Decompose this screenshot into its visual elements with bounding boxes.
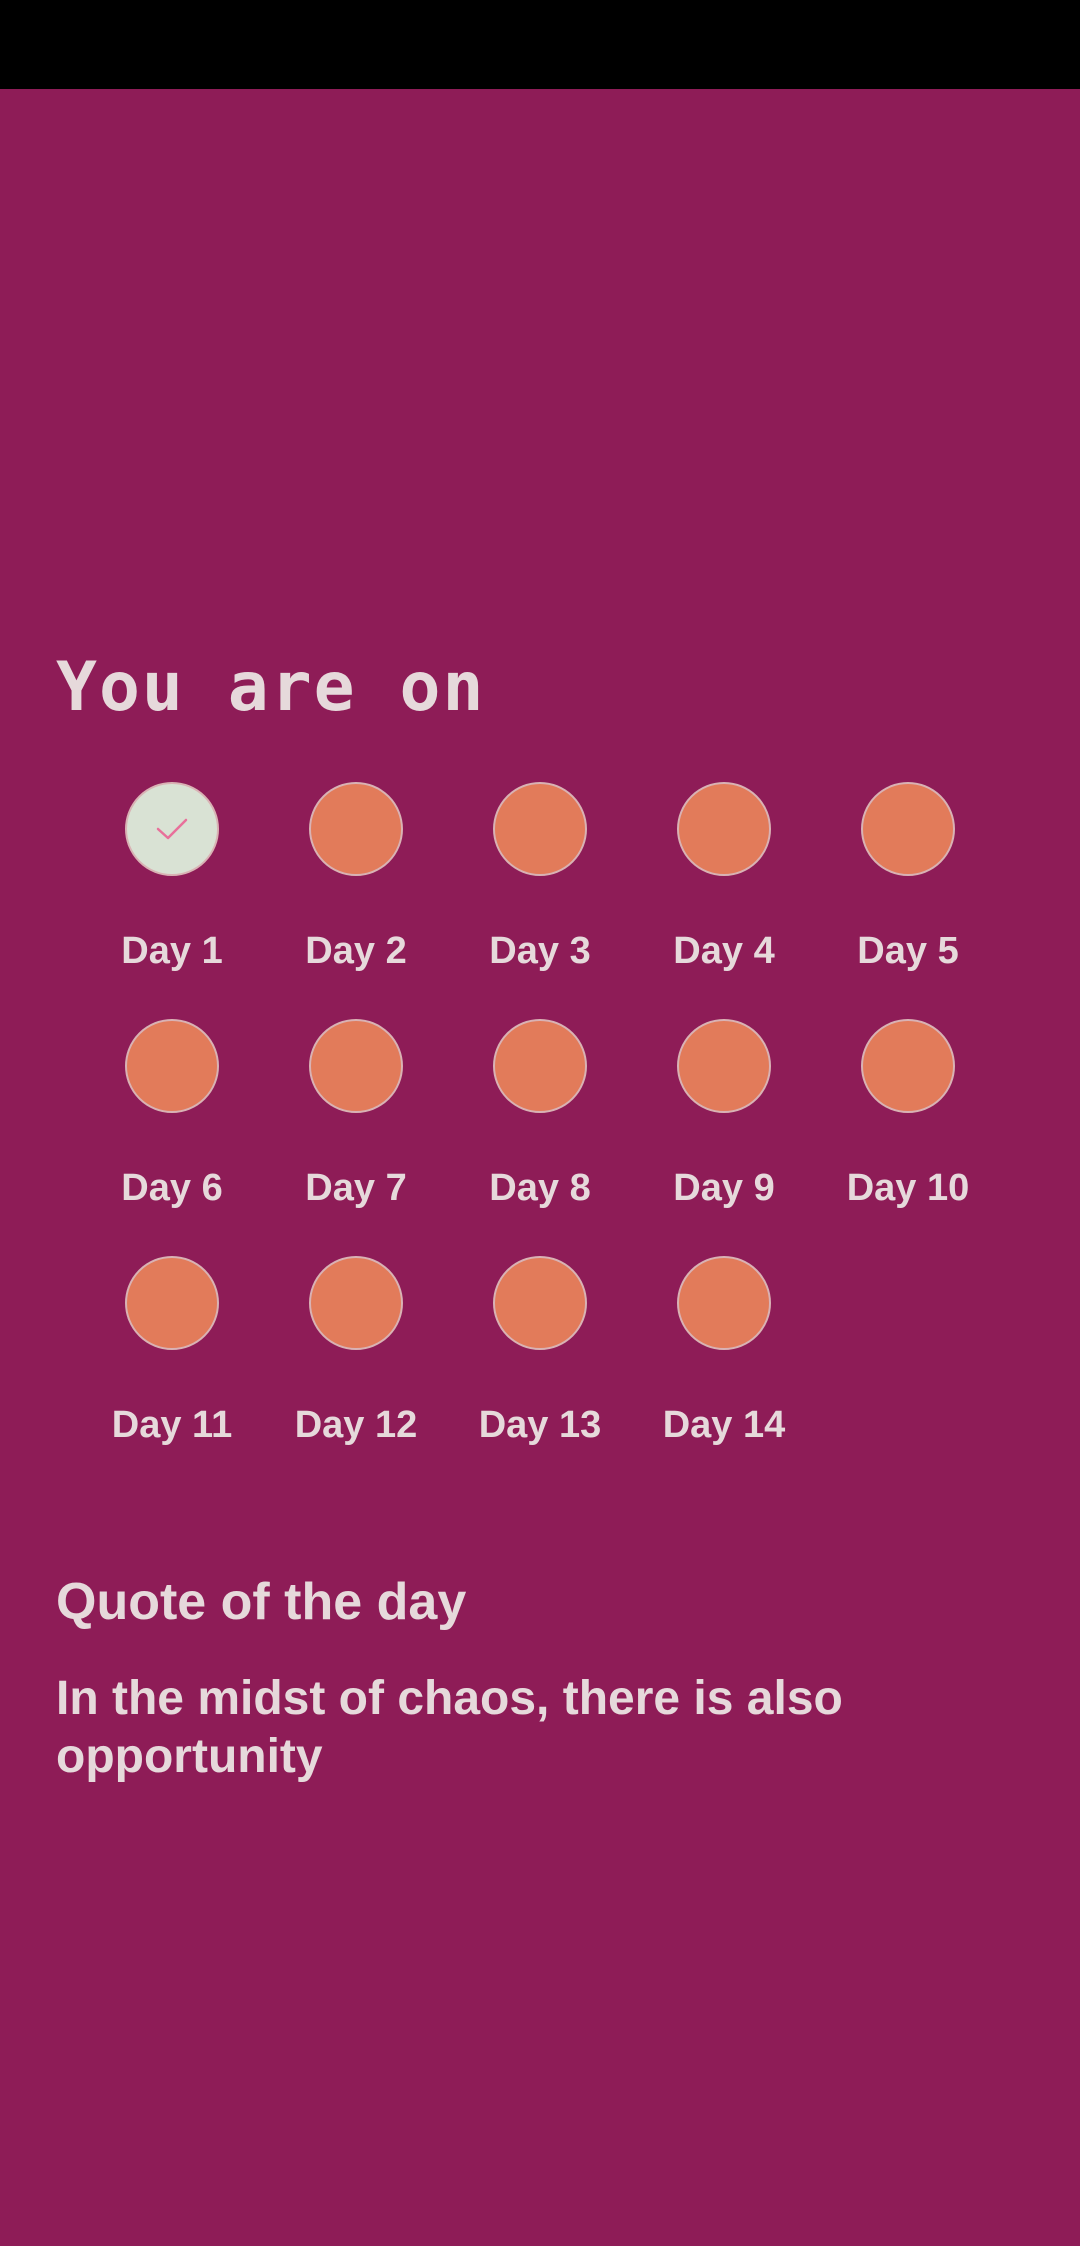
quote-text: In the midst of chaos, there is also opp…	[56, 1672, 843, 1783]
day-circle[interactable]	[309, 782, 403, 876]
day-item-11[interactable]: Day 11	[80, 1256, 264, 1456]
day-label: Day 10	[846, 1167, 970, 1209]
day-item-3[interactable]: Day 3	[448, 782, 632, 982]
day-label: Day 13	[478, 1404, 602, 1446]
day-item-13[interactable]: Day 13	[448, 1256, 632, 1456]
day-item-10[interactable]: Day 10	[816, 1019, 1000, 1219]
day-circle-completed[interactable]	[125, 782, 219, 876]
day-label: Day 4	[673, 930, 775, 972]
day-item-9[interactable]: Day 9	[632, 1019, 816, 1219]
quote-title: Quote of the day	[56, 1573, 467, 1631]
day-label: Day 3	[489, 930, 591, 972]
day-circle[interactable]	[861, 1019, 955, 1113]
status-bar	[0, 0, 1080, 89]
day-circle[interactable]	[493, 1019, 587, 1113]
check-icon	[156, 818, 188, 840]
day-label: Day 7	[305, 1167, 407, 1209]
day-label: Day 5	[857, 930, 959, 972]
day-label: Day 1	[121, 930, 223, 972]
day-label: Day 11	[111, 1404, 233, 1446]
day-item-1[interactable]: Day 1	[80, 782, 264, 982]
day-item-5[interactable]: Day 5	[816, 782, 1000, 982]
day-label: Day 8	[489, 1167, 591, 1209]
day-circle[interactable]	[309, 1256, 403, 1350]
day-circle[interactable]	[493, 782, 587, 876]
day-circle[interactable]	[677, 1019, 771, 1113]
day-label: Day 14	[662, 1404, 786, 1446]
day-item-12[interactable]: Day 12	[264, 1256, 448, 1456]
day-label: Day 6	[121, 1167, 223, 1209]
day-circle[interactable]	[125, 1256, 219, 1350]
day-item-4[interactable]: Day 4	[632, 782, 816, 982]
day-item-7[interactable]: Day 7	[264, 1019, 448, 1219]
day-item-2[interactable]: Day 2	[264, 782, 448, 982]
progress-heading: You are on	[56, 648, 486, 727]
day-label: Day 2	[305, 930, 407, 972]
day-circle[interactable]	[677, 1256, 771, 1350]
day-circle[interactable]	[309, 1019, 403, 1113]
day-circle[interactable]	[125, 1019, 219, 1113]
day-circle[interactable]	[677, 782, 771, 876]
day-circle[interactable]	[493, 1256, 587, 1350]
day-label: Day 9	[673, 1167, 775, 1209]
day-item-14[interactable]: Day 14	[632, 1256, 816, 1456]
day-item-6[interactable]: Day 6	[80, 1019, 264, 1219]
day-circle[interactable]	[861, 782, 955, 876]
day-item-8[interactable]: Day 8	[448, 1019, 632, 1219]
day-label: Day 12	[294, 1404, 418, 1446]
